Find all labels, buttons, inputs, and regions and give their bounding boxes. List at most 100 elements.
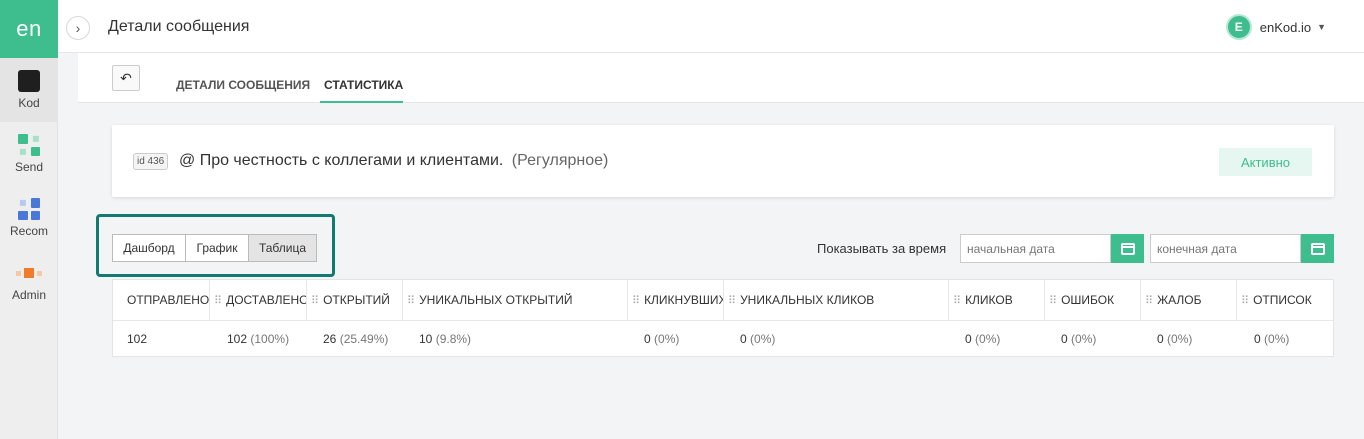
calendar-icon: [1120, 242, 1135, 255]
table-cell: 10 (9.8%): [419, 332, 471, 346]
drag-handle-icon[interactable]: ⠿: [953, 294, 961, 307]
start-date-input[interactable]: [960, 234, 1111, 263]
table-cell: 0 (0%): [740, 332, 775, 346]
cell-value: 0: [1254, 332, 1261, 346]
cell-percent: (0%): [750, 332, 776, 346]
table-cell: 102 (100%): [227, 332, 289, 346]
column-header-sent[interactable]: ОТПРАВЛЕНО: [113, 280, 210, 320]
message-id-badge: id 436: [133, 153, 169, 170]
message-name: @ Про честность с коллегами и клиентами.: [179, 152, 504, 169]
sidebar-item-kod[interactable]: Kod: [0, 58, 58, 122]
table-cell: 0 (0%): [1254, 332, 1289, 346]
cell-value: 0: [1061, 332, 1068, 346]
column-header-label: УНИКАЛЬНЫХ ОТКРЫТИЙ: [419, 293, 573, 307]
column-header-complaints[interactable]: ⠿ ЖАЛОБ: [1141, 280, 1237, 320]
back-button[interactable]: ↶: [112, 65, 140, 91]
cell-value: 102: [127, 332, 148, 346]
sidebar: en Kod Send Recom Admin: [0, 0, 58, 439]
top-header: › Детали сообщения E enKod.io ▼: [58, 0, 1364, 53]
cell-value: 10: [419, 332, 433, 346]
sidebar-item-label: Kod: [18, 96, 40, 110]
status-badge: Активно: [1219, 148, 1312, 176]
drag-handle-icon[interactable]: ⠿: [311, 294, 319, 307]
sidebar-item-recom[interactable]: Recom: [0, 186, 58, 250]
cell-percent: (25.49%): [339, 332, 389, 346]
column-header-label: ОТКРЫТИЙ: [323, 293, 390, 307]
table-cell: 0 (0%): [965, 332, 1000, 346]
view-table-button[interactable]: Таблица: [248, 234, 317, 262]
column-header-unique-opens[interactable]: ⠿ УНИКАЛЬНЫХ ОТКРЫТИЙ: [403, 280, 628, 320]
date-filter-label: Показывать за время: [817, 241, 947, 256]
drag-handle-icon[interactable]: ⠿: [728, 294, 736, 307]
column-header-label: УНИКАЛЬНЫХ КЛИКОВ: [740, 293, 875, 307]
column-header-label: КЛИКОВ: [965, 293, 1013, 307]
tab-message-details[interactable]: ДЕТАЛИ СООБЩЕНИЯ: [176, 78, 310, 92]
column-header-errors[interactable]: ⠿ ОШИБОК: [1045, 280, 1141, 320]
table-cell: 102: [127, 332, 147, 346]
view-chart-button[interactable]: График: [185, 234, 249, 262]
chevron-right-icon: ›: [75, 20, 81, 36]
sidebar-item-send[interactable]: Send: [0, 122, 58, 186]
admin-icon: [16, 262, 42, 284]
drag-handle-icon[interactable]: ⠿: [407, 294, 415, 307]
end-date-input[interactable]: [1150, 234, 1301, 263]
drag-handle-icon[interactable]: ⠿: [1241, 294, 1249, 307]
table-cell: 0 (0%): [644, 332, 679, 346]
cell-percent: (9.8%): [435, 332, 472, 346]
cell-percent: (100%): [250, 332, 290, 346]
kod-icon: [18, 70, 40, 92]
sidebar-item-label: Send: [14, 160, 44, 174]
end-date-picker-button[interactable]: [1301, 234, 1334, 263]
column-header-label: ДОСТАВЛЕНО: [226, 293, 307, 307]
start-date-picker-button[interactable]: [1111, 234, 1144, 263]
caret-down-icon: ▼: [1317, 22, 1326, 32]
cell-percent: (0%): [975, 332, 1001, 346]
avatar: E: [1225, 14, 1252, 40]
cell-value: 0: [965, 332, 972, 346]
sidebar-item-label: Recom: [9, 224, 48, 238]
send-icon: [18, 134, 40, 156]
column-header-label: ОТПРАВЛЕНО: [127, 293, 210, 307]
cell-value: 0: [1157, 332, 1164, 346]
column-header-label: КЛИКНУВШИХ: [644, 293, 724, 307]
expand-sidebar-button[interactable]: ›: [66, 16, 90, 40]
message-card: id 436 @ Про честность с коллегами и кли…: [112, 125, 1334, 197]
drag-handle-icon[interactable]: ⠿: [632, 294, 640, 307]
column-header-label: ЖАЛОБ: [1157, 293, 1202, 307]
cell-value: 26: [323, 332, 337, 346]
column-header-unsubscribes[interactable]: ⠿ ОТПИСОК: [1237, 280, 1333, 320]
cell-percent: (0%): [1264, 332, 1290, 346]
cell-percent: (0%): [1167, 332, 1193, 346]
column-header-opens[interactable]: ⠿ ОТКРЫТИЙ: [307, 280, 403, 320]
column-header-clicks[interactable]: ⠿ КЛИКОВ: [949, 280, 1045, 320]
stats-table: ОТПРАВЛЕНО ⠿ ДОСТАВЛЕНО ⠿ ОТКРЫТИЙ ⠿ УНИ…: [112, 279, 1334, 357]
table-cell: 0 (0%): [1061, 332, 1096, 346]
page-title: Детали сообщения: [108, 18, 250, 35]
column-header-delivered[interactable]: ⠿ ДОСТАВЛЕНО: [210, 280, 307, 320]
cell-value: 102: [227, 332, 248, 346]
undo-icon: ↶: [120, 69, 132, 86]
drag-handle-icon[interactable]: ⠿: [1049, 294, 1057, 307]
column-header-label: ОТПИСОК: [1253, 293, 1312, 307]
account-menu[interactable]: E enKod.io ▼: [1225, 14, 1326, 40]
drag-handle-icon[interactable]: ⠿: [214, 294, 222, 307]
view-switcher: Дашборд График Таблица: [112, 234, 317, 262]
tab-statistics[interactable]: СТАТИСТИКА: [324, 78, 403, 92]
column-header-label: ОШИБОК: [1061, 293, 1115, 307]
cell-value: 0: [740, 332, 747, 346]
column-header-clickers[interactable]: ⠿ КЛИКНУВШИХ: [628, 280, 724, 320]
active-tab-indicator: [320, 101, 403, 103]
column-header-unique-clicks[interactable]: ⠿ УНИКАЛЬНЫХ КЛИКОВ: [724, 280, 949, 320]
table-cell: 26 (25.49%): [323, 332, 388, 346]
cell-percent: (0%): [1071, 332, 1097, 346]
calendar-icon: [1310, 242, 1325, 255]
table-cell: 0 (0%): [1157, 332, 1192, 346]
message-title: @ Про честность с коллегами и клиентами.…: [179, 152, 608, 170]
view-dashboard-button[interactable]: Дашборд: [112, 234, 186, 262]
sidebar-item-label: Admin: [11, 288, 46, 302]
cell-percent: (0%): [654, 332, 680, 346]
message-type: (Регулярное): [511, 152, 609, 169]
drag-handle-icon[interactable]: ⠿: [1145, 294, 1153, 307]
sidebar-item-admin[interactable]: Admin: [0, 250, 58, 314]
logo[interactable]: en: [0, 0, 58, 58]
